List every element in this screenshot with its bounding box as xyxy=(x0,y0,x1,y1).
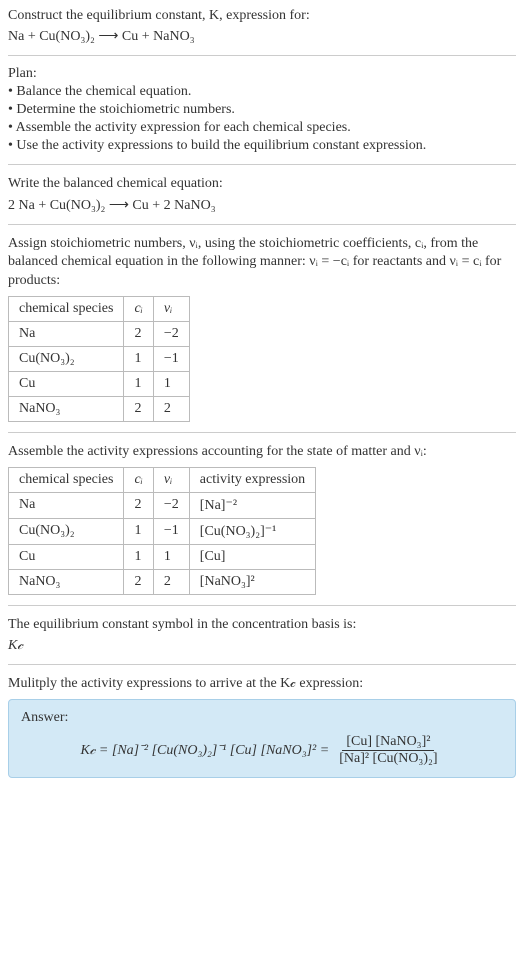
col-ci: cᵢ xyxy=(124,296,153,321)
cell-expr: [Cu(NO₃)₂]⁻¹ xyxy=(189,518,315,544)
cell-species: Cu xyxy=(9,544,124,569)
table-row: Na 2 −2 [Na]⁻² xyxy=(9,492,316,518)
kc-fraction: [Cu] [NaNO₃]² [Na]² [Cu(NO₃)₂] xyxy=(335,734,441,767)
activity-section: Assemble the activity expressions accoun… xyxy=(8,443,516,595)
plan-heading: Plan: xyxy=(8,66,516,82)
plan-item-1: • Balance the chemical equation. xyxy=(8,84,516,100)
cell-ci: 1 xyxy=(124,346,153,371)
prompt-text: Construct the equilibrium constant, K, e… xyxy=(8,8,516,24)
cell-species: Cu(NO₃)₂ xyxy=(9,518,124,544)
cell-species: Na xyxy=(9,492,124,518)
balanced-heading: Write the balanced chemical equation: xyxy=(8,175,516,193)
kc-expression: K𝒸 = [Na]⁻² [Cu(NO₃)₂]⁻¹ [Cu] [NaNO₃]² =… xyxy=(21,734,503,767)
cell-vi: 1 xyxy=(153,371,189,396)
cell-ci: 1 xyxy=(124,544,153,569)
table-row: Cu(NO₃)₂ 1 −1 xyxy=(9,346,190,371)
cell-ci: 2 xyxy=(124,396,153,421)
balanced-equation: 2 Na + Cu(NO₃)₂ ⟶ Cu + 2 NaNO₃ xyxy=(8,197,516,214)
plan-section: Plan: • Balance the chemical equation. •… xyxy=(8,66,516,154)
cell-ci: 2 xyxy=(124,569,153,594)
cell-expr: [NaNO₃]² xyxy=(189,569,315,594)
table-row: Cu(NO₃)₂ 1 −1 [Cu(NO₃)₂]⁻¹ xyxy=(9,518,316,544)
kc-lhs: K𝒸 = [Na]⁻² [Cu(NO₃)₂]⁻¹ [Cu] [NaNO₃]² = xyxy=(80,743,329,759)
answer-label: Answer: xyxy=(21,710,503,726)
cell-species: Cu xyxy=(9,371,124,396)
cell-species: Na xyxy=(9,321,124,346)
table-header-row: chemical species cᵢ νᵢ xyxy=(9,296,190,321)
cell-expr: [Na]⁻² xyxy=(189,492,315,518)
plan-item-4: • Use the activity expressions to build … xyxy=(8,138,516,154)
multiply-section: Mulitply the activity expressions to arr… xyxy=(8,675,516,778)
col-vi: νᵢ xyxy=(153,296,189,321)
prompt-section: Construct the equilibrium constant, K, e… xyxy=(8,8,516,45)
kc-symbol: K𝒸 xyxy=(8,638,516,654)
assign-text: Assign stoichiometric numbers, νᵢ, using… xyxy=(8,235,516,290)
table-row: NaNO₃ 2 2 xyxy=(9,396,190,421)
prompt-line1: Construct the equilibrium constant, K, e… xyxy=(8,8,310,23)
table-row: Cu 1 1 [Cu] xyxy=(9,544,316,569)
activity-text: Assemble the activity expressions accoun… xyxy=(8,443,516,461)
table-row: Cu 1 1 xyxy=(9,371,190,396)
cell-species: NaNO₃ xyxy=(9,396,124,421)
cell-vi: 1 xyxy=(153,544,189,569)
cell-ci: 2 xyxy=(124,321,153,346)
divider xyxy=(8,224,516,225)
divider xyxy=(8,55,516,56)
cell-vi: −1 xyxy=(153,518,189,544)
symbol-text: The equilibrium constant symbol in the c… xyxy=(8,616,516,634)
symbol-section: The equilibrium constant symbol in the c… xyxy=(8,616,516,654)
balanced-section: Write the balanced chemical equation: 2 … xyxy=(8,175,516,214)
cell-ci: 1 xyxy=(124,371,153,396)
cell-vi: 2 xyxy=(153,396,189,421)
activity-table: chemical species cᵢ νᵢ activity expressi… xyxy=(8,467,316,595)
col-species: chemical species xyxy=(9,296,124,321)
cell-vi: −2 xyxy=(153,492,189,518)
cell-vi: 2 xyxy=(153,569,189,594)
cell-vi: −1 xyxy=(153,346,189,371)
col-vi: νᵢ xyxy=(153,467,189,492)
prompt-equation: Na + Cu(NO₃)₂ ⟶ Cu + NaNO₃ xyxy=(8,28,516,45)
col-ci: cᵢ xyxy=(124,467,153,492)
divider xyxy=(8,432,516,433)
divider xyxy=(8,164,516,165)
cell-vi: −2 xyxy=(153,321,189,346)
table-header-row: chemical species cᵢ νᵢ activity expressi… xyxy=(9,467,316,492)
divider xyxy=(8,605,516,606)
plan-item-3: • Assemble the activity expression for e… xyxy=(8,120,516,136)
table-row: Na 2 −2 xyxy=(9,321,190,346)
answer-box: Answer: K𝒸 = [Na]⁻² [Cu(NO₃)₂]⁻¹ [Cu] [N… xyxy=(8,699,516,778)
multiply-text: Mulitply the activity expressions to arr… xyxy=(8,675,516,693)
plan-item-2: • Determine the stoichiometric numbers. xyxy=(8,102,516,118)
col-species: chemical species xyxy=(9,467,124,492)
assign-section: Assign stoichiometric numbers, νᵢ, using… xyxy=(8,235,516,422)
kc-numerator: [Cu] [NaNO₃]² xyxy=(342,734,434,751)
cell-ci: 1 xyxy=(124,518,153,544)
cell-ci: 2 xyxy=(124,492,153,518)
stoich-table: chemical species cᵢ νᵢ Na 2 −2 Cu(NO₃)₂ … xyxy=(8,296,190,422)
kc-denominator: [Na]² [Cu(NO₃)₂] xyxy=(335,751,441,767)
table-row: NaNO₃ 2 2 [NaNO₃]² xyxy=(9,569,316,594)
cell-expr: [Cu] xyxy=(189,544,315,569)
divider xyxy=(8,664,516,665)
col-expr: activity expression xyxy=(189,467,315,492)
cell-species: Cu(NO₃)₂ xyxy=(9,346,124,371)
cell-species: NaNO₃ xyxy=(9,569,124,594)
